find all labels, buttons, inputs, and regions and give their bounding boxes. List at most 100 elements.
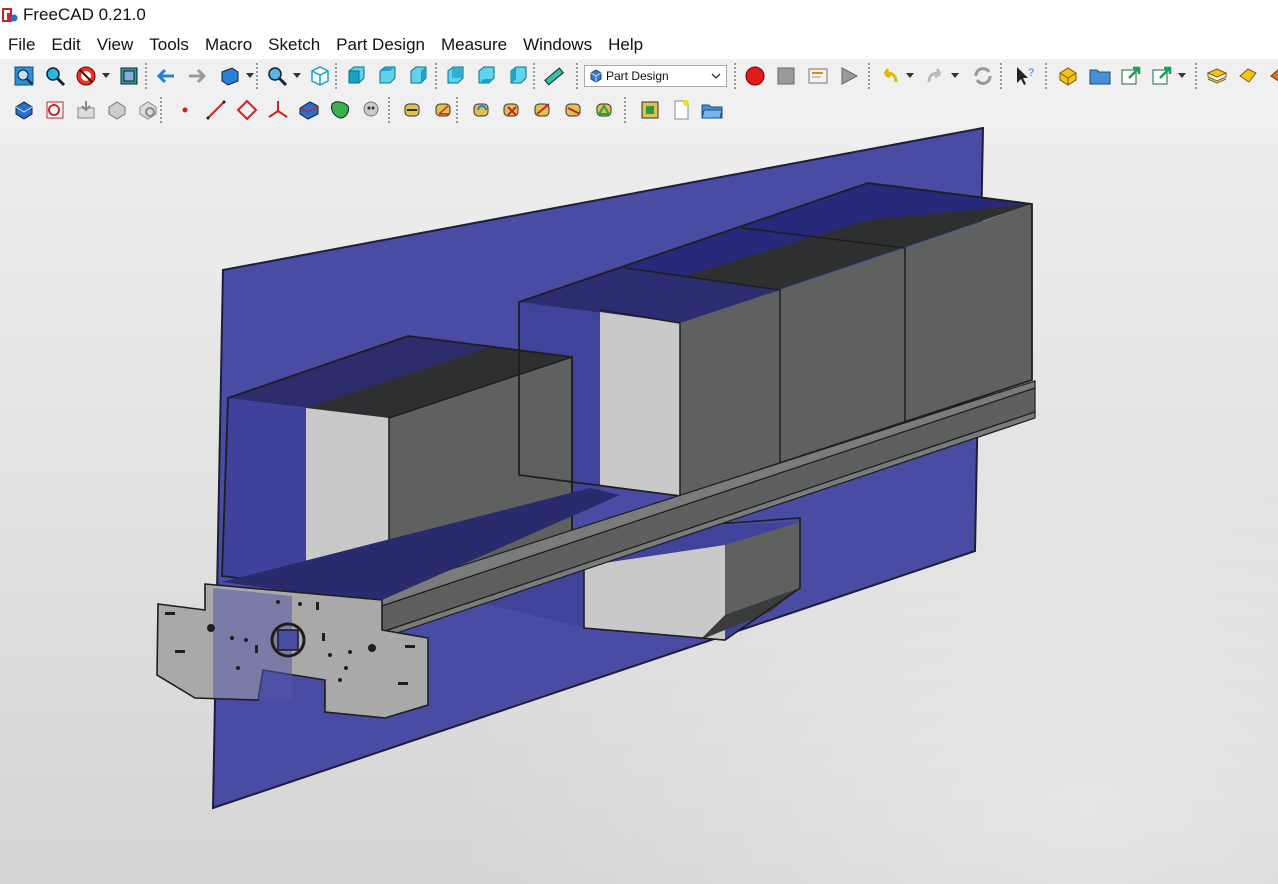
create-sketch-button[interactable]	[43, 98, 67, 122]
toolbar-separator[interactable]	[145, 63, 147, 89]
bounding-box-button[interactable]	[117, 64, 141, 88]
fit-selection-button[interactable]	[43, 64, 67, 88]
dropdown-arrow-icon[interactable]	[293, 73, 301, 79]
carbon-copy-button[interactable]	[359, 98, 383, 122]
group-button[interactable]	[1088, 64, 1112, 88]
menu-view[interactable]: View	[89, 35, 142, 55]
measure-toggle-labels-button[interactable]	[638, 98, 662, 122]
execute-macro-button[interactable]	[837, 64, 861, 88]
local-coordinate-button[interactable]	[266, 98, 290, 122]
toolbar-separator[interactable]	[1195, 63, 1197, 89]
edit-macro-button[interactable]	[806, 64, 830, 88]
workbench-selector[interactable]: Part Design	[584, 65, 727, 87]
measure-clear-button[interactable]	[500, 98, 524, 122]
dropdown-arrow-icon[interactable]	[906, 73, 914, 79]
3d-model-scene[interactable]	[0, 127, 1278, 884]
link-icon	[1121, 66, 1141, 85]
edit-macro-icon	[808, 68, 828, 84]
menu-file[interactable]: File	[0, 35, 43, 55]
datum-line-button[interactable]	[204, 98, 228, 122]
dropdown-arrow-icon[interactable]	[1178, 73, 1186, 79]
validate-sketch-button[interactable]	[74, 98, 98, 122]
3d-viewport[interactable]	[0, 127, 1278, 884]
body-icon	[1239, 68, 1257, 83]
subshape-binder-button[interactable]	[297, 98, 321, 122]
menu-sketch[interactable]: Sketch	[260, 35, 328, 55]
new-document-icon	[674, 100, 689, 120]
toolbar-separator[interactable]	[868, 63, 870, 89]
dropdown-arrow-icon[interactable]	[102, 73, 110, 79]
create-body-button[interactable]	[12, 98, 36, 122]
stop-macro-button[interactable]	[774, 64, 798, 88]
dropdown-arrow-icon[interactable]	[246, 73, 254, 79]
left-view-button[interactable]	[506, 64, 530, 88]
datum-point-button[interactable]	[173, 98, 197, 122]
top-view-button[interactable]	[375, 64, 399, 88]
forward-arrow-button[interactable]	[185, 64, 209, 88]
refresh-button[interactable]	[971, 64, 995, 88]
menu-help[interactable]: Help	[600, 35, 651, 55]
part-extra-icon	[1270, 69, 1278, 82]
toolbar-separator[interactable]	[734, 63, 736, 89]
part-button[interactable]	[1056, 64, 1080, 88]
sub-shape-button[interactable]	[328, 98, 352, 122]
menu-tools[interactable]: Tools	[141, 35, 197, 55]
toolbar-separator[interactable]	[1045, 63, 1047, 89]
clone-button[interactable]	[136, 98, 160, 122]
undo-button[interactable]	[878, 64, 902, 88]
toolbar-separator[interactable]	[533, 63, 535, 89]
measure-ruler-button[interactable]	[541, 64, 565, 88]
datum-plane-button[interactable]	[235, 98, 259, 122]
new-document-button[interactable]	[669, 98, 693, 122]
menu-edit[interactable]: Edit	[43, 35, 88, 55]
right-view-button[interactable]	[406, 64, 430, 88]
link-button[interactable]	[1119, 64, 1143, 88]
body-button[interactable]	[1236, 64, 1260, 88]
toolbar-separator[interactable]	[435, 63, 437, 89]
measure-refresh-button[interactable]	[470, 98, 494, 122]
part-extra-button[interactable]	[1267, 64, 1278, 88]
toolbar-separator[interactable]	[256, 63, 258, 89]
draw-style-button[interactable]	[74, 64, 98, 88]
bottom-view-button[interactable]	[474, 64, 498, 88]
measure-toggle-all-icon	[534, 103, 550, 117]
right-view-icon	[410, 66, 427, 84]
sync-view-button[interactable]	[218, 64, 242, 88]
toolbar-separator[interactable]	[1000, 63, 1002, 89]
isometric-view-button[interactable]	[308, 64, 332, 88]
measure-toggle-all-button[interactable]	[531, 98, 555, 122]
toolbar-separator[interactable]	[624, 97, 626, 123]
measure-toggle-3d-icon	[565, 103, 581, 117]
toolbar-separator[interactable]	[335, 63, 337, 89]
menu-windows[interactable]: Windows	[515, 35, 600, 55]
toolbar-separator[interactable]	[576, 63, 578, 89]
measure-toggle-3d-button[interactable]	[562, 98, 586, 122]
back-arrow-button[interactable]	[154, 64, 178, 88]
shape-binder-icon	[108, 101, 126, 120]
toolbar-separator[interactable]	[160, 97, 162, 123]
dropdown-arrow-icon[interactable]	[951, 73, 959, 79]
measure-angular-button[interactable]	[432, 98, 456, 122]
std-part-button[interactable]	[1205, 64, 1229, 88]
toolbar-separator[interactable]	[456, 97, 458, 123]
redo-button[interactable]	[923, 64, 947, 88]
isometric-view-icon	[311, 66, 329, 86]
front-view-icon	[348, 66, 365, 84]
menu-macro[interactable]: Macro	[197, 35, 260, 55]
zoom-button[interactable]	[265, 64, 289, 88]
open-document-button[interactable]	[700, 98, 724, 122]
create-body-icon	[15, 101, 33, 120]
measure-toggle-delta-button[interactable]	[593, 98, 617, 122]
toolbar-separator[interactable]	[388, 97, 390, 123]
record-macro-button[interactable]	[743, 64, 767, 88]
part-design-workbench-icon	[590, 69, 602, 83]
menu-part-design[interactable]: Part Design	[328, 35, 433, 55]
front-view-button[interactable]	[344, 64, 368, 88]
shape-binder-button[interactable]	[105, 98, 129, 122]
measure-linear-button[interactable]	[401, 98, 425, 122]
menu-measure[interactable]: Measure	[433, 35, 515, 55]
link-actions-button[interactable]	[1150, 64, 1174, 88]
rear-view-button[interactable]	[443, 64, 467, 88]
fit-all-button[interactable]	[12, 64, 36, 88]
whats-this-button[interactable]: ?	[1013, 64, 1037, 88]
